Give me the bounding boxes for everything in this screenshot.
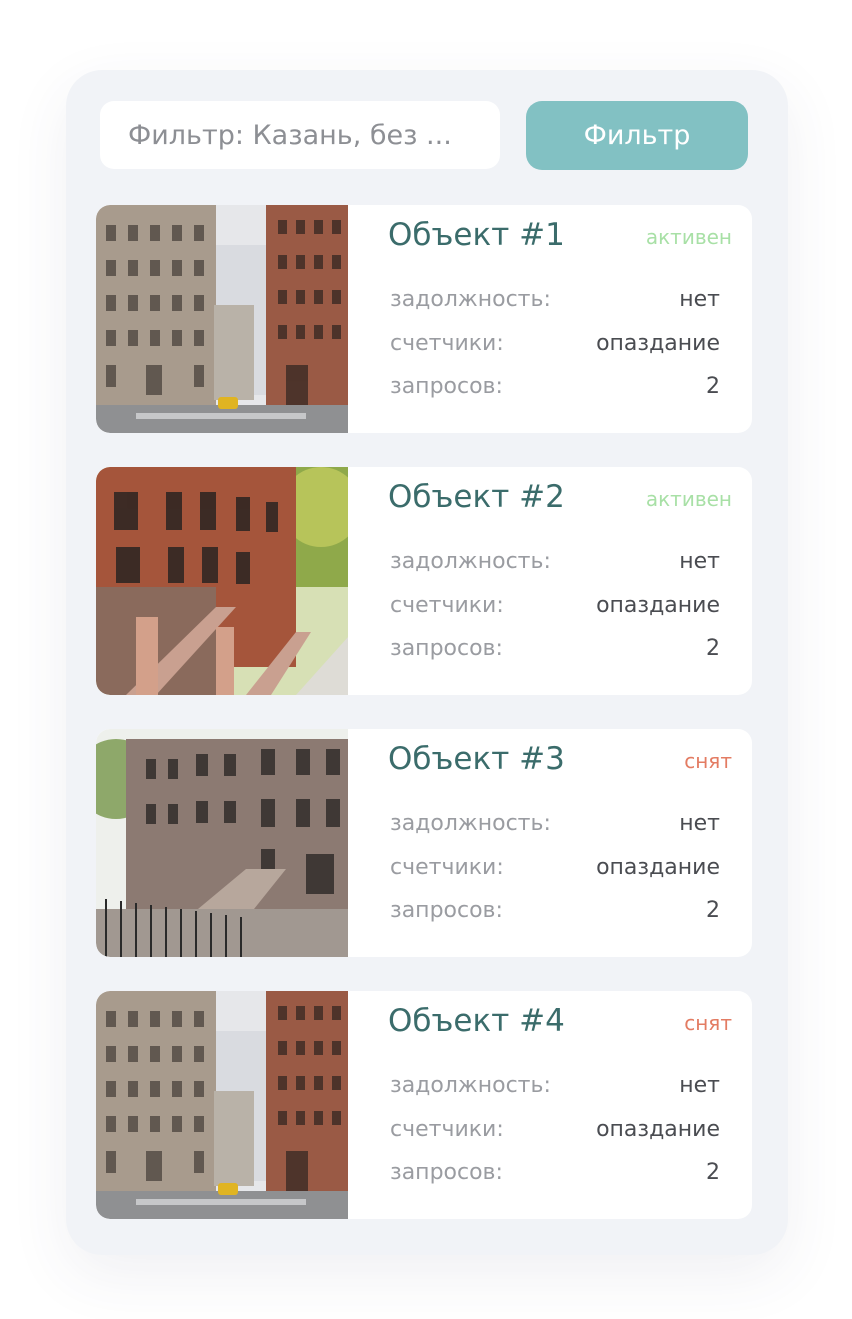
- row-label: запросов:: [390, 898, 503, 923]
- row-value: нет: [679, 1073, 720, 1098]
- status-badge: снят: [684, 749, 732, 773]
- row-value: 2: [706, 1160, 720, 1185]
- row-label: счетчики:: [390, 855, 504, 880]
- status-badge: снят: [684, 1011, 732, 1035]
- objects-panel: Фильтр: Казань, без ... Фильтр Объект #1…: [66, 70, 788, 1255]
- debt-row: задолжность: нет: [390, 811, 720, 841]
- row-label: задолжность:: [390, 1073, 551, 1098]
- street-corner-photo: [96, 991, 348, 1219]
- object-card-2[interactable]: Объект #2 активен задолжность: нет счетч…: [96, 467, 752, 695]
- object-card-4[interactable]: Объект #4 снят задолжность: нет счетчики…: [96, 991, 752, 1219]
- brownstone-row-photo: [96, 729, 348, 957]
- row-label: задолжность:: [390, 549, 551, 574]
- meters-row: счетчики: опаздание: [390, 1117, 720, 1147]
- card-title: Объект #2: [388, 479, 565, 515]
- row-value: нет: [679, 811, 720, 836]
- card-title: Объект #4: [388, 1003, 565, 1039]
- row-label: запросов:: [390, 1160, 503, 1185]
- row-label: счетчики:: [390, 593, 504, 618]
- row-label: задолжность:: [390, 287, 551, 312]
- card-title: Объект #3: [388, 741, 565, 777]
- row-value: 2: [706, 374, 720, 399]
- status-badge: активен: [645, 225, 732, 249]
- row-label: запросов:: [390, 374, 503, 399]
- debt-row: задолжность: нет: [390, 549, 720, 579]
- debt-row: задолжность: нет: [390, 1073, 720, 1103]
- meters-row: счетчики: опаздание: [390, 593, 720, 623]
- debt-row: задолжность: нет: [390, 287, 720, 317]
- row-value: нет: [679, 549, 720, 574]
- row-label: запросов:: [390, 636, 503, 661]
- object-card-1[interactable]: Объект #1 активен задолжность: нет счетч…: [96, 205, 752, 433]
- filter-input[interactable]: [100, 101, 500, 169]
- row-value: нет: [679, 287, 720, 312]
- row-label: счетчики:: [390, 1117, 504, 1142]
- meters-row: счетчики: опаздание: [390, 855, 720, 885]
- requests-row: запросов: 2: [390, 898, 720, 928]
- row-value: 2: [706, 898, 720, 923]
- row-value: опаздание: [596, 331, 720, 356]
- row-value: опаздание: [596, 855, 720, 880]
- card-title: Объект #1: [388, 217, 565, 253]
- meters-row: счетчики: опаздание: [390, 331, 720, 361]
- filter-button[interactable]: Фильтр: [526, 101, 748, 170]
- row-value: 2: [706, 636, 720, 661]
- street-corner-photo: [96, 205, 348, 433]
- requests-row: запросов: 2: [390, 374, 720, 404]
- requests-row: запросов: 2: [390, 636, 720, 666]
- row-value: опаздание: [596, 593, 720, 618]
- requests-row: запросов: 2: [390, 1160, 720, 1190]
- object-card-3[interactable]: Объект #3 снят задолжность: нет счетчики…: [96, 729, 752, 957]
- row-value: опаздание: [596, 1117, 720, 1142]
- row-label: задолжность:: [390, 811, 551, 836]
- brownstone-stairs-photo: [96, 467, 348, 695]
- status-badge: активен: [645, 487, 732, 511]
- row-label: счетчики:: [390, 331, 504, 356]
